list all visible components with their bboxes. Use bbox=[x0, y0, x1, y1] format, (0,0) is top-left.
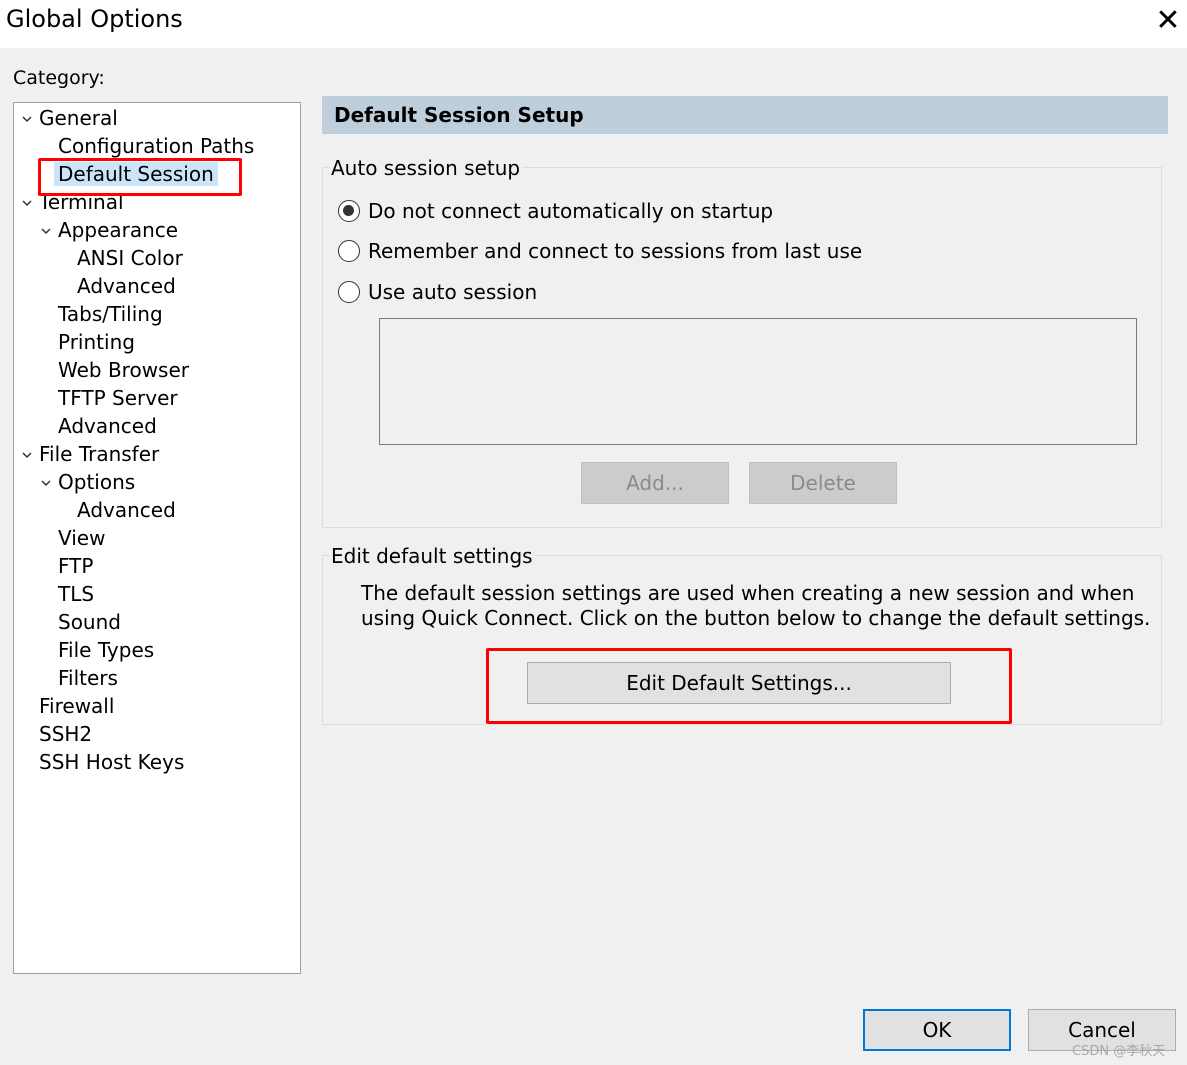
section-title: Default Session Setup bbox=[334, 103, 584, 127]
tree-item-configuration-paths[interactable]: Configuration Paths bbox=[58, 132, 254, 160]
radio-label-use-auto-session[interactable]: Use auto session bbox=[368, 279, 537, 305]
chevron-down-icon[interactable] bbox=[22, 114, 32, 124]
radio-remember-sessions[interactable] bbox=[338, 240, 360, 262]
tree-item-web-browser[interactable]: Web Browser bbox=[58, 356, 189, 384]
tree-item-ansi-color[interactable]: ANSI Color bbox=[77, 244, 183, 272]
window-title: Global Options bbox=[6, 5, 183, 33]
close-icon[interactable]: ✕ bbox=[1150, 4, 1186, 40]
ok-button[interactable]: OK bbox=[863, 1009, 1011, 1051]
highlight-box bbox=[486, 648, 1012, 724]
radio-label-remember-sessions[interactable]: Remember and connect to sessions from la… bbox=[368, 238, 862, 264]
tree-item-file-types[interactable]: File Types bbox=[58, 636, 154, 664]
tree-item-options[interactable]: Options bbox=[58, 468, 135, 496]
tree-item-appearance[interactable]: Appearance bbox=[58, 216, 178, 244]
tree-item-tls[interactable]: TLS bbox=[58, 580, 94, 608]
watermark: CSDN @李秋天 bbox=[1072, 1044, 1166, 1059]
tree-item-tftp-server[interactable]: TFTP Server bbox=[58, 384, 178, 412]
chevron-down-icon[interactable] bbox=[22, 198, 32, 208]
tree-item-printing[interactable]: Printing bbox=[58, 328, 135, 356]
radio-do-not-connect[interactable] bbox=[338, 200, 360, 222]
tree-item-advanced[interactable]: Advanced bbox=[58, 412, 157, 440]
tree-item-ssh2[interactable]: SSH2 bbox=[39, 720, 92, 748]
tree-item-advanced[interactable]: Advanced bbox=[77, 496, 176, 524]
chevron-down-icon[interactable] bbox=[22, 450, 32, 460]
category-label: Category: bbox=[13, 67, 105, 89]
tree-item-general[interactable]: General bbox=[39, 104, 118, 132]
tree-item-ftp[interactable]: FTP bbox=[58, 552, 93, 580]
auto-session-group-label: Auto session setup bbox=[329, 156, 523, 180]
edit-defaults-description-line1: The default session settings are used wh… bbox=[361, 581, 1135, 605]
delete-button[interactable]: Delete bbox=[749, 462, 897, 504]
highlight-box bbox=[38, 158, 242, 196]
radio-use-auto-session[interactable] bbox=[338, 281, 360, 303]
tree-item-view[interactable]: View bbox=[58, 524, 105, 552]
edit-defaults-group-label: Edit default settings bbox=[329, 544, 535, 568]
radio-label-do-not-connect[interactable]: Do not connect automatically on startup bbox=[368, 198, 773, 224]
tree-item-tabs-tiling[interactable]: Tabs/Tiling bbox=[58, 300, 163, 328]
edit-defaults-description-line2: using Quick Connect. Click on the button… bbox=[361, 606, 1151, 630]
add-button[interactable]: Add... bbox=[581, 462, 729, 504]
chevron-down-icon[interactable] bbox=[41, 478, 51, 488]
tree-item-ssh-host-keys[interactable]: SSH Host Keys bbox=[39, 748, 184, 776]
chevron-down-icon[interactable] bbox=[41, 226, 51, 236]
radio-checked-dot bbox=[343, 205, 354, 216]
tree-item-filters[interactable]: Filters bbox=[58, 664, 118, 692]
tree-item-sound[interactable]: Sound bbox=[58, 608, 121, 636]
tree-item-file-transfer[interactable]: File Transfer bbox=[39, 440, 159, 468]
tree-item-firewall[interactable]: Firewall bbox=[39, 692, 114, 720]
tree-item-advanced[interactable]: Advanced bbox=[77, 272, 176, 300]
auto-session-list[interactable] bbox=[379, 318, 1137, 445]
